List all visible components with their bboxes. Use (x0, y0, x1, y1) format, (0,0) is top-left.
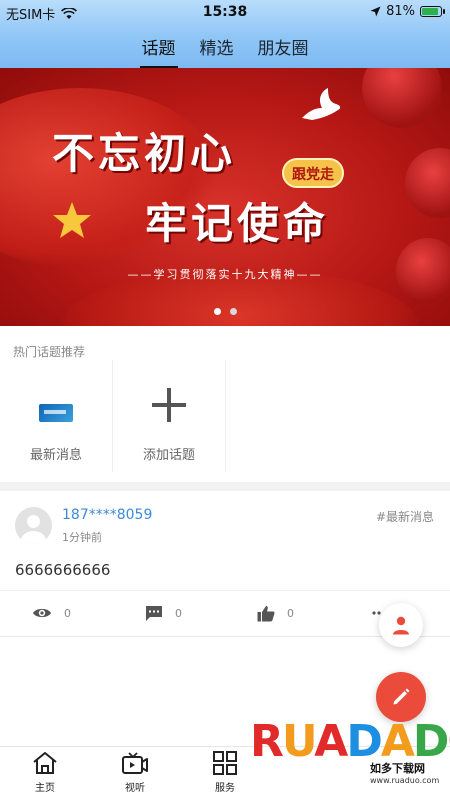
nav-services-label: 服务 (215, 783, 235, 794)
watermark-url: www.ruaduo.com (370, 776, 440, 785)
topic-latest-news[interactable]: 最新消息 (0, 360, 113, 472)
thumbs-up-icon (257, 605, 275, 621)
hot-topics-list: 最新消息 添加话题 (0, 360, 450, 472)
carousel-indicator (0, 308, 450, 315)
status-bar: 无SIM卡 15:38 81% (0, 0, 450, 24)
carousel-dot[interactable] (229, 308, 237, 315)
comment-icon (146, 605, 162, 621)
tab-topics[interactable]: 话题 (139, 30, 178, 68)
star-icon (53, 202, 91, 238)
comments-count: 0 (175, 606, 182, 620)
topic-label: 最新消息 (29, 448, 82, 463)
nav-home-label: 主页 (35, 783, 55, 794)
dove-icon (302, 88, 341, 120)
topic-thumb (113, 360, 225, 422)
like-button[interactable]: 0 (257, 591, 294, 635)
user-icon (393, 616, 409, 634)
banner-title-line1: 不忘初心 (52, 129, 237, 178)
plus-icon (152, 388, 186, 422)
nav-video[interactable]: 视听 (105, 751, 165, 794)
location-arrow-icon (370, 6, 381, 17)
post-timestamp: 1分钟前 (62, 531, 102, 544)
lantern-decoration (405, 148, 450, 218)
compose-fab[interactable] (376, 672, 426, 722)
post-topic-tag[interactable]: #最新消息 (376, 508, 434, 525)
battery-fill (422, 8, 439, 15)
video-icon (122, 752, 148, 774)
banner-subtitle: ——学习贯彻落实十九大精神—— (127, 268, 323, 281)
topic-label: 添加话题 (142, 448, 195, 463)
news-thumbnail-icon (39, 404, 73, 422)
battery-icon (420, 6, 445, 17)
home-icon (33, 752, 57, 774)
avatar[interactable] (15, 507, 52, 544)
pencil-icon (393, 688, 410, 705)
section-divider (0, 482, 450, 491)
profile-fab[interactable] (379, 603, 423, 647)
status-right: 81% (370, 4, 445, 19)
watermark-chinese: 如多下载网 (370, 762, 425, 775)
views-button[interactable]: 0 (32, 591, 71, 635)
battery-percent: 81% (386, 4, 415, 19)
banner-badge: 跟党走 (282, 158, 344, 188)
post-content: 6666666666 (15, 561, 111, 579)
topic-thumb (0, 360, 112, 422)
post-username[interactable]: 187****8059 (62, 507, 152, 523)
watermark-logo: RUADADO 如多下载网 www.ruaduo.com (250, 716, 450, 800)
tab-featured[interactable]: 精选 (198, 30, 236, 66)
carousel-dot-active[interactable] (213, 308, 221, 315)
app-screen: 无SIM卡 15:38 81% 话题 精选 朋友圈 不忘初心 跟党走 牢记使命 … (0, 0, 450, 800)
top-tabs: 话题 精选 朋友圈 (0, 30, 450, 68)
top-bar: 无SIM卡 15:38 81% 话题 精选 朋友圈 (0, 0, 450, 68)
views-count: 0 (64, 606, 71, 620)
likes-count: 0 (287, 606, 294, 620)
tab-moments[interactable]: 朋友圈 (256, 30, 311, 66)
nav-video-label: 视听 (125, 783, 145, 794)
lantern-decoration (362, 68, 442, 128)
grid-icon (213, 751, 237, 775)
hot-topics-title: 热门话题推荐 (13, 345, 86, 359)
nav-home[interactable]: 主页 (15, 751, 75, 794)
comments-button[interactable]: 0 (145, 591, 182, 635)
topic-add[interactable]: 添加话题 (113, 360, 226, 472)
banner-carousel[interactable]: 不忘初心 跟党走 牢记使命 ——学习贯彻落实十九大精神—— (0, 68, 450, 326)
nav-services[interactable]: 服务 (195, 751, 255, 794)
banner-title-line2: 牢记使命 (145, 199, 330, 248)
eye-icon (33, 608, 51, 618)
